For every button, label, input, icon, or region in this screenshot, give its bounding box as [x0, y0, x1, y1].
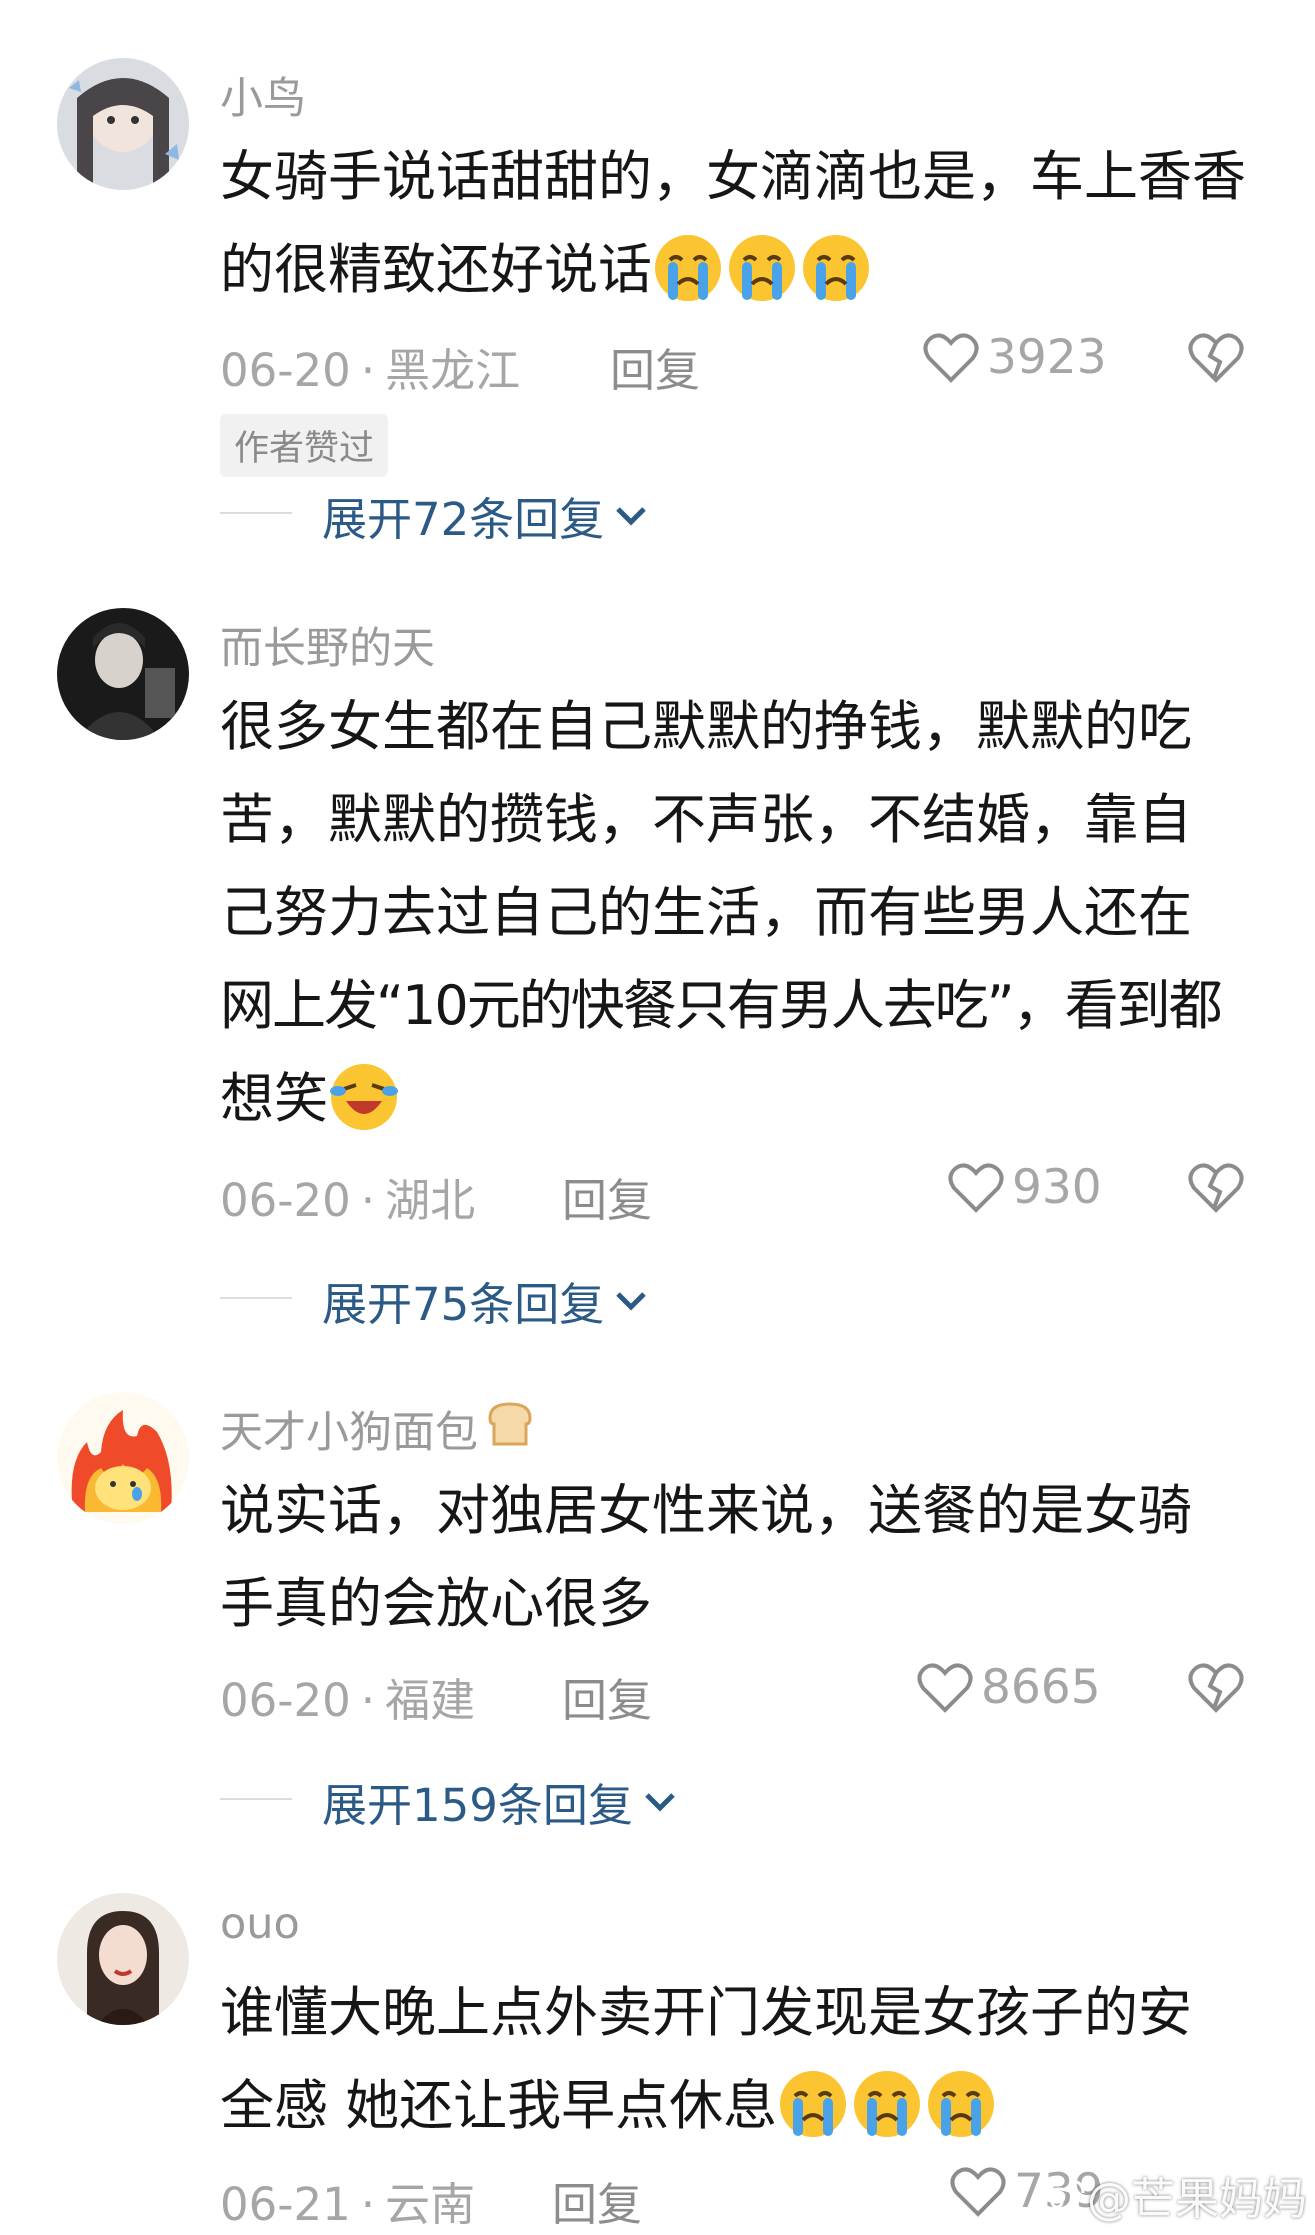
- avatar[interactable]: [57, 1392, 189, 1524]
- comment-date: 06-21: [220, 2178, 351, 2231]
- broken-heart-icon: [1188, 1163, 1244, 1213]
- comment-text: 谁懂大晚上点外卖开门发现是女孩子的安 全感 她还让我早点休息: [220, 1966, 1280, 2152]
- comment-date: 06-20: [220, 1674, 351, 1727]
- comment-location: 黑龙江: [385, 344, 521, 397]
- reply-button[interactable]: 回复: [562, 1664, 652, 1729]
- expand-replies-button[interactable]: 展开159条回复: [322, 1769, 677, 1834]
- comment-line: 全感 她还让我早点休息: [220, 2059, 1280, 2152]
- chevron-down-icon: [616, 1291, 647, 1311]
- comment-line: 己努力去过自己的生活，而有些男人还在: [220, 881, 1192, 944]
- crying-emoji: [851, 2068, 923, 2140]
- author-liked-badge: 作者赞过: [220, 414, 389, 477]
- dislike-button[interactable]: [1188, 1162, 1244, 1218]
- like-count: 930: [1012, 1160, 1102, 1215]
- comment-meta: 06-20 · 黑龙江: [220, 334, 520, 399]
- broken-heart-icon: [1188, 333, 1244, 383]
- like-button[interactable]: 930: [948, 1160, 1102, 1215]
- heart-icon: [948, 1162, 1004, 1213]
- reply-button[interactable]: 回复: [552, 2168, 642, 2233]
- comment-location: 福建: [385, 1674, 476, 1727]
- expand-replies-label: 展开159条回复: [322, 1779, 633, 1832]
- crying-emoji: [652, 232, 724, 304]
- comment-line: 说实话，对独居女性来说，送餐的是女骑: [220, 1479, 1192, 1542]
- expand-replies-button[interactable]: 展开75条回复: [322, 1268, 648, 1333]
- watermark: @芒果妈妈: [1037, 2163, 1307, 2227]
- divider-line: [220, 1798, 292, 1800]
- username[interactable]: 而长野的天: [220, 614, 435, 676]
- comment-line: 谁懂大晚上点外卖开门发现是女孩子的安: [220, 1981, 1192, 2044]
- comment-date: 06-20: [220, 1174, 351, 1227]
- bread-emoji: [484, 1400, 536, 1459]
- like-count: 8665: [981, 1660, 1101, 1715]
- separator-dot: ·: [360, 1674, 376, 1727]
- chevron-down-icon: [645, 1792, 675, 1812]
- comment-text: 很多女生都在自己默默的挣钱，默默的吃 苦，默默的攒钱，不声张，不结婚，靠自 己努…: [220, 680, 1280, 1145]
- separator-dot: ·: [360, 2178, 376, 2231]
- divider-line: [220, 1297, 292, 1299]
- comment-line-text: 想笑: [220, 1067, 328, 1130]
- expand-replies-label: 展开75条回复: [322, 1278, 605, 1331]
- expand-replies-label: 展开72条回复: [322, 493, 605, 546]
- comment-line: 手真的会放心很多: [220, 1572, 652, 1635]
- heart-icon: [923, 332, 979, 383]
- username[interactable]: 天才小狗面包: [220, 1398, 536, 1460]
- comment-meta: 06-20 · 湖北: [220, 1164, 475, 1229]
- separator-dot: ·: [360, 344, 376, 397]
- comment-text: 女骑手说话甜甜的，女滴滴也是，车上香香的很精致还好说话: [220, 130, 1280, 316]
- comment-line: 很多女生都在自己默默的挣钱，默默的吃: [220, 695, 1192, 758]
- laughing-crying-emoji: [328, 1061, 400, 1133]
- like-count: 3923: [987, 330, 1107, 385]
- expand-replies-button[interactable]: 展开72条回复: [322, 483, 648, 548]
- divider-line: [220, 512, 292, 514]
- separator-dot: ·: [360, 1174, 376, 1227]
- username[interactable]: 小鸟: [220, 64, 306, 126]
- comment-line: 苦，默默的攒钱，不声张，不结婚，靠自: [220, 788, 1192, 851]
- watermark-text: @芒果妈妈: [1087, 2174, 1307, 2225]
- heart-icon: [917, 1662, 973, 1713]
- comment-line: 想笑: [220, 1052, 1280, 1145]
- dislike-button[interactable]: [1188, 332, 1244, 388]
- comment-text: 说实话，对独居女性来说，送餐的是女骑 手真的会放心很多: [220, 1464, 1280, 1650]
- comment-date: 06-20: [220, 344, 351, 397]
- crying-emoji: [777, 2068, 849, 2140]
- reply-button[interactable]: 回复: [610, 334, 700, 399]
- crying-emoji: [925, 2068, 997, 2140]
- weibo-logo-icon: [1039, 2179, 1085, 2215]
- crying-emoji: [800, 232, 872, 304]
- chevron-down-icon: [616, 506, 647, 526]
- broken-heart-icon: [1188, 1663, 1244, 1713]
- avatar[interactable]: [57, 58, 189, 190]
- comment-line-text: 全感 她还让我早点休息: [220, 2074, 778, 2137]
- comment-meta: 06-20 · 福建: [220, 1664, 475, 1729]
- avatar[interactable]: [57, 1893, 189, 2025]
- comment-location: 湖北: [385, 1174, 476, 1227]
- comment-meta: 06-21 · 云南: [220, 2168, 475, 2233]
- crying-emoji: [726, 232, 798, 304]
- avatar[interactable]: [57, 608, 189, 740]
- like-button[interactable]: 3923: [923, 330, 1107, 385]
- dislike-button[interactable]: [1188, 1662, 1244, 1718]
- comment-line: 网上发“10元的快餐只有男人去吃”，看到都: [220, 974, 1223, 1037]
- heart-icon: [950, 2166, 1006, 2217]
- comment-location: 云南: [385, 2178, 476, 2231]
- username-text: 天才小狗面包: [220, 1408, 478, 1458]
- reply-button[interactable]: 回复: [562, 1164, 652, 1229]
- like-button[interactable]: 8665: [917, 1660, 1101, 1715]
- username[interactable]: ouo: [220, 1899, 300, 1949]
